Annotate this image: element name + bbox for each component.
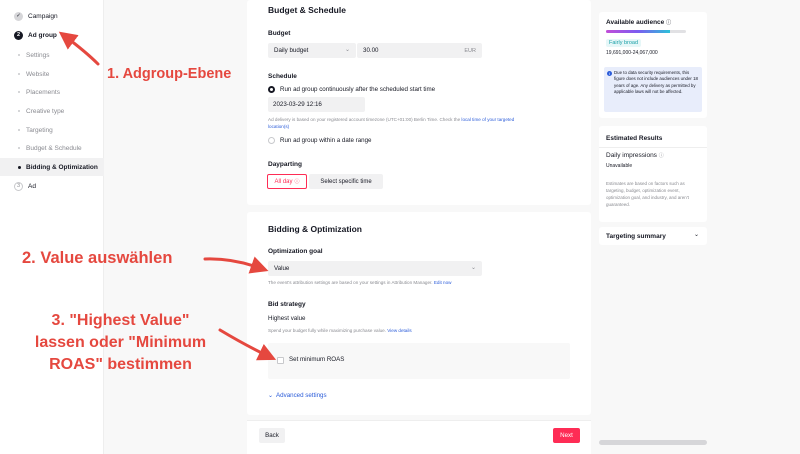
annotation-step-2: 2. Value auswählen	[22, 249, 173, 267]
annotation-step-1: 1. Adgroup-Ebene	[107, 66, 232, 82]
annotation-step-3: 3. "Highest Value" lassen oder "Minimum …	[34, 312, 207, 373]
